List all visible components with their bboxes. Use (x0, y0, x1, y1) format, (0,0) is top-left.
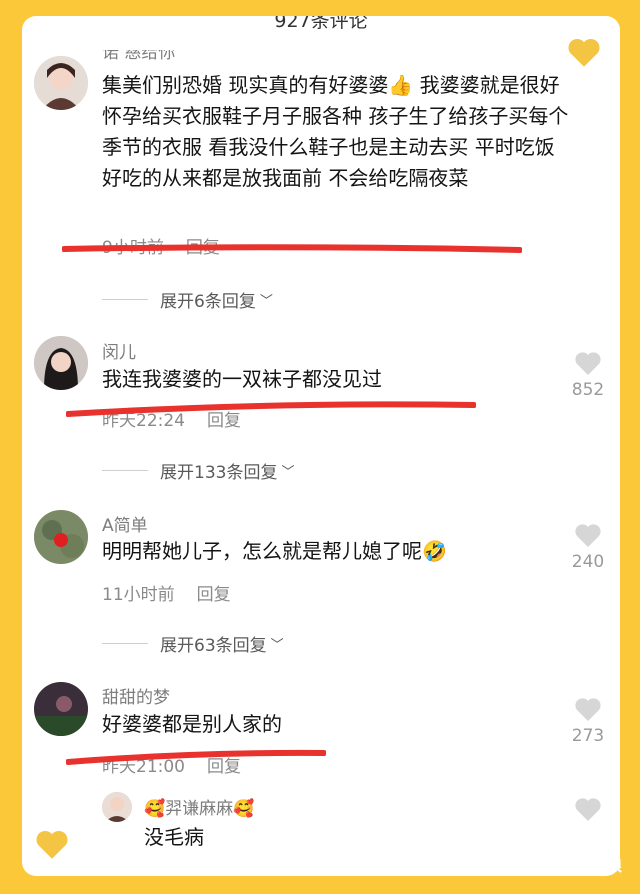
chevron-down-icon: ﹀ (259, 294, 273, 309)
avatar[interactable] (34, 336, 88, 390)
heart-icon (575, 698, 601, 721)
reply-button[interactable]: 回复 (197, 585, 231, 605)
reply-button[interactable]: 回复 (207, 757, 241, 777)
comment-text: 好婆婆都是别人家的 (102, 712, 282, 736)
divider (102, 299, 148, 300)
like-count: 240 (571, 552, 605, 572)
expand-replies-label: 展开133条回复 (160, 463, 278, 483)
divider (102, 470, 148, 471)
comment-count-title: 927条评论 (274, 16, 368, 32)
avatar[interactable] (102, 792, 132, 822)
watermark: ◎ 木紫姑娘 (540, 852, 622, 876)
wechat-icon: ◎ (539, 856, 552, 872)
comment-time: 11小时前 (102, 585, 175, 605)
like-button[interactable]: 240 (566, 522, 610, 572)
comment-author[interactable]: 诺 慈给你 (102, 50, 175, 64)
comment-panel: 927条评论 诺 慈给你 集美们别恐婚 现实真的有好婆婆👍 我婆婆就是很好 怀孕… (22, 16, 620, 876)
heart-icon (568, 38, 600, 67)
like-button[interactable] (566, 796, 610, 826)
comment-meta: 11小时前 回复 (102, 580, 231, 605)
comment-time: 昨天21:00 (102, 757, 185, 777)
comment-meta: 9小时前 回复 (102, 233, 220, 258)
like-button[interactable]: 273 (566, 696, 610, 746)
comment-author[interactable]: 甜甜的梦 (102, 683, 170, 708)
heart-icon (36, 830, 68, 859)
comment-author[interactable]: 闵儿 (102, 338, 136, 363)
comment-time: 昨天22:24 (102, 411, 185, 431)
like-count: 852 (571, 380, 605, 400)
expand-replies-button[interactable]: 展开6条回复 ﹀ (102, 287, 273, 312)
like-count: 273 (571, 726, 605, 746)
expand-replies-label: 展开63条回复 (160, 636, 267, 656)
comment-text: 集美们别恐婚 现实真的有好婆婆👍 我婆婆就是很好 怀孕给买衣服鞋子月子服各种 孩… (102, 73, 569, 190)
comment-author[interactable]: A简单 (102, 511, 148, 536)
reply-button[interactable]: 回复 (207, 411, 241, 431)
avatar[interactable] (34, 682, 88, 736)
divider (102, 643, 148, 644)
like-button[interactable]: 852 (566, 350, 610, 400)
chevron-down-icon: ﹀ (281, 465, 295, 480)
expand-replies-label: 展开6条回复 (160, 292, 256, 312)
expand-replies-button[interactable]: 展开63条回复 ﹀ (102, 631, 284, 656)
reply-text: 没毛病 (144, 825, 204, 849)
watermark-text: 木紫姑娘 (557, 856, 622, 875)
heart-icon (575, 524, 601, 547)
avatar[interactable] (34, 510, 88, 564)
comment-text: 明明帮她儿子，怎么就是帮儿媳了呢🤣 (102, 539, 447, 563)
expand-replies-button[interactable]: 展开133条回复 ﹀ (102, 458, 294, 483)
comment-meta: 昨天22:24 回复 (102, 406, 241, 431)
comment-meta: 昨天21:00 回复 (102, 752, 241, 777)
avatar[interactable] (34, 56, 88, 110)
reply-button[interactable]: 回复 (186, 238, 220, 258)
chevron-down-icon: ﹀ (270, 638, 284, 653)
reply-author[interactable]: 🥰羿谦麻麻🥰 (144, 794, 254, 819)
heart-icon (575, 352, 601, 375)
heart-icon (575, 798, 601, 821)
comment-time: 9小时前 (102, 238, 164, 258)
comment-text: 我连我婆婆的一双袜子都没见过 (102, 367, 382, 391)
